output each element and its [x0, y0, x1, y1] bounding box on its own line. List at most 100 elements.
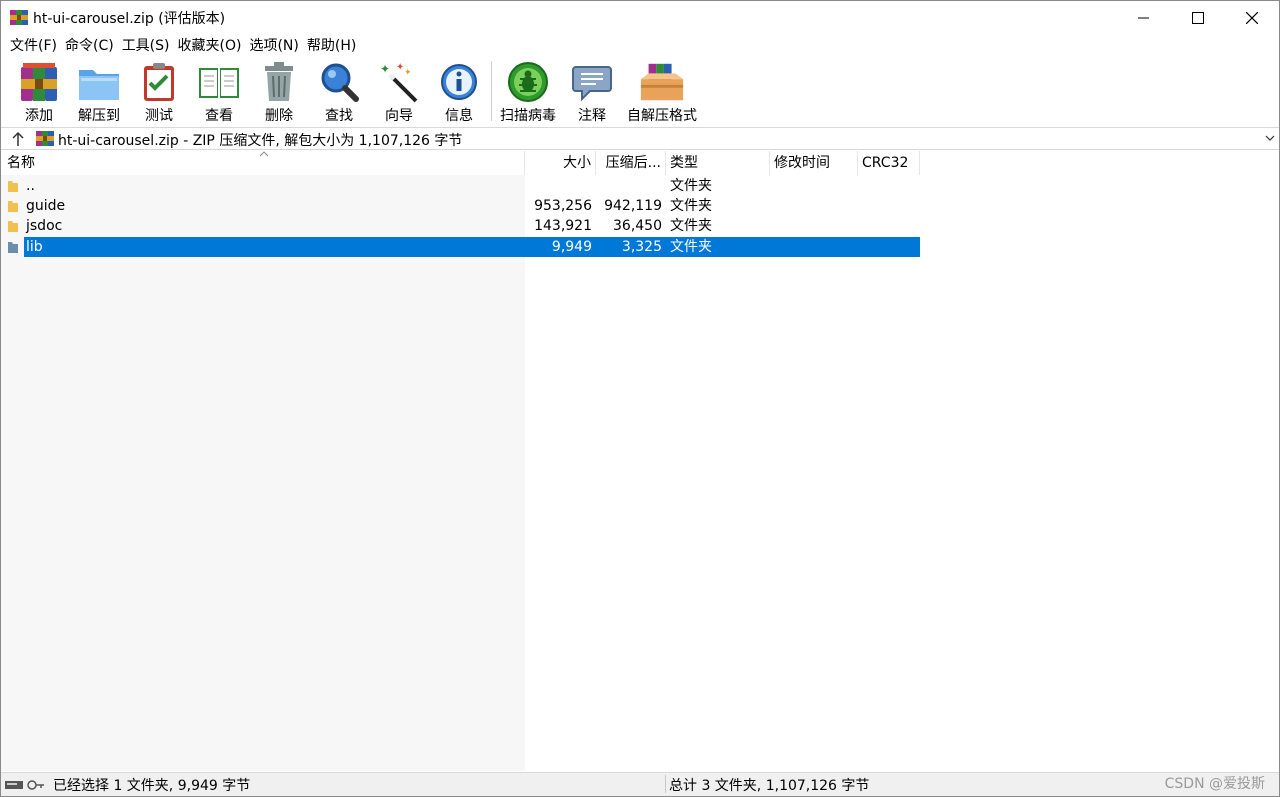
- sfx-box-icon: [640, 63, 684, 101]
- trash-icon: [265, 62, 293, 101]
- file-size: 9,949: [551, 239, 592, 255]
- wizard-button[interactable]: ✦ ✦ ✦ 向导: [369, 58, 429, 126]
- folder-icon: [8, 242, 18, 253]
- list-item-parent[interactable]: .. 文件夹: [1, 176, 921, 196]
- file-name: guide: [26, 198, 66, 214]
- file-size: 953,256: [534, 198, 592, 214]
- column-crc-label: CRC32: [862, 155, 909, 171]
- folder-icon: [8, 221, 18, 232]
- delete-button[interactable]: 删除: [249, 58, 309, 126]
- magnifier-icon: [321, 63, 359, 102]
- address-field[interactable]: ht-ui-carousel.zip - ZIP 压缩文件, 解包大小为 1,1…: [33, 129, 1279, 149]
- column-type-label: 类型: [670, 155, 698, 171]
- close-button[interactable]: [1225, 1, 1279, 34]
- info-button[interactable]: 信息: [429, 58, 489, 126]
- view-book-icon: [199, 68, 239, 98]
- svg-text:✦: ✦: [380, 62, 390, 76]
- view-label: 查看: [205, 108, 233, 124]
- folder-up-icon: [8, 181, 18, 192]
- delete-label: 删除: [265, 108, 293, 124]
- file-type: 文件夹: [670, 178, 712, 194]
- folder-icon: [8, 201, 18, 212]
- watermark-text: CSDN @爱投斯: [1164, 776, 1265, 792]
- menu-help[interactable]: 帮助(H): [303, 35, 360, 57]
- archive-icon: [36, 131, 54, 146]
- menu-tools[interactable]: 工具(S): [118, 35, 174, 57]
- column-header-type[interactable]: 类型: [666, 151, 770, 175]
- test-clipboard-icon: [144, 63, 174, 101]
- find-label: 查找: [325, 108, 353, 124]
- drive-key-icon: [5, 780, 44, 790]
- up-arrow-icon[interactable]: [9, 130, 27, 148]
- virus-scan-button[interactable]: 扫描病毒: [494, 58, 562, 126]
- extract-button[interactable]: 解压到: [69, 58, 129, 126]
- file-packed: 36,450: [613, 218, 662, 234]
- find-button[interactable]: 查找: [309, 58, 369, 126]
- test-button[interactable]: 测试: [129, 58, 189, 126]
- view-button[interactable]: 查看: [189, 58, 249, 126]
- maximize-button[interactable]: [1171, 1, 1225, 34]
- file-list: 名称 大小 压缩后... 类型 修改时间 CRC32 .. 文件夹 guide …: [1, 151, 1279, 771]
- status-total: 总计 3 文件夹, 1,107,126 字节: [669, 778, 870, 794]
- menu-favorites[interactable]: 收藏夹(O): [174, 35, 246, 57]
- column-header-size[interactable]: 大小: [525, 151, 596, 175]
- list-item-lib[interactable]: lib 9,949 3,325 文件夹: [1, 237, 921, 257]
- selection-highlight: [24, 237, 920, 257]
- file-size: 143,921: [534, 218, 592, 234]
- file-type: 文件夹: [670, 198, 712, 214]
- file-size: [525, 176, 592, 196]
- minimize-button[interactable]: [1117, 1, 1171, 34]
- menu-file[interactable]: 文件(F): [6, 35, 61, 57]
- menu-options[interactable]: 选项(N): [245, 35, 302, 57]
- info-label: 信息: [445, 108, 473, 124]
- comment-button[interactable]: 注释: [562, 58, 622, 126]
- add-archive-icon: [21, 63, 57, 101]
- column-header-packed[interactable]: 压缩后...: [596, 151, 666, 175]
- list-item-jsdoc[interactable]: jsdoc 143,921 36,450 文件夹: [1, 216, 921, 236]
- sfx-button[interactable]: 自解压格式: [622, 58, 702, 126]
- magic-wand-icon: ✦ ✦ ✦: [380, 62, 418, 103]
- column-packed-label: 压缩后...: [605, 155, 661, 171]
- file-type: 文件夹: [670, 218, 712, 234]
- file-packed: 942,119: [604, 198, 662, 214]
- svg-text:✦: ✦: [404, 68, 412, 78]
- sfx-label: 自解压格式: [627, 108, 697, 124]
- toolbar: 添加 解压到 测试 查看 删除 查找 ✦ ✦ ✦ 向导 信息 扫描病毒 注释 自…: [1, 58, 1279, 126]
- virus-scan-label: 扫描病毒: [500, 108, 556, 124]
- column-name-label: 名称: [7, 155, 35, 171]
- add-button[interactable]: 添加: [9, 58, 69, 126]
- file-type: 文件夹: [670, 239, 712, 255]
- name-column-background: [1, 175, 525, 771]
- add-label: 添加: [25, 108, 53, 124]
- status-divider: [665, 775, 666, 793]
- column-size-label: 大小: [563, 155, 591, 171]
- file-name: lib: [26, 239, 43, 255]
- address-text: ht-ui-carousel.zip - ZIP 压缩文件, 解包大小为 1,1…: [58, 133, 463, 149]
- list-item-guide[interactable]: guide 953,256 942,119 文件夹: [1, 196, 921, 216]
- title-bar: ht-ui-carousel.zip (评估版本): [1, 1, 1279, 34]
- test-label: 测试: [145, 108, 173, 124]
- winrar-app-icon: [10, 10, 28, 25]
- extract-label: 解压到: [78, 108, 120, 124]
- file-packed: [596, 176, 662, 196]
- sort-ascending-icon: [259, 151, 269, 157]
- status-bar: 已经选择 1 文件夹, 9,949 字节 总计 3 文件夹, 1,107,126…: [1, 772, 1279, 796]
- menu-commands[interactable]: 命令(C): [61, 35, 118, 57]
- address-bar: ht-ui-carousel.zip - ZIP 压缩文件, 解包大小为 1,1…: [1, 127, 1279, 150]
- info-icon: [441, 64, 477, 100]
- file-name: jsdoc: [26, 218, 63, 234]
- comment-icon: [572, 66, 612, 102]
- virus-scan-bug-icon: [508, 62, 548, 102]
- column-header-crc[interactable]: CRC32: [858, 151, 920, 175]
- chevron-down-icon[interactable]: [1263, 130, 1277, 146]
- menu-bar: 文件(F) 命令(C) 工具(S) 收藏夹(O) 选项(N) 帮助(H): [1, 35, 360, 57]
- status-selection: 已经选择 1 文件夹, 9,949 字节: [53, 778, 251, 794]
- winrar-window: ht-ui-carousel.zip (评估版本) 文件(F) 命令(C) 工具…: [0, 0, 1280, 797]
- maximize-icon: [1192, 11, 1204, 24]
- wizard-label: 向导: [385, 108, 413, 124]
- column-header-modified[interactable]: 修改时间: [770, 151, 858, 175]
- file-name: ..: [26, 178, 35, 194]
- minimize-icon: [1138, 17, 1149, 18]
- file-packed: 3,325: [621, 239, 662, 255]
- close-icon: [1246, 11, 1258, 24]
